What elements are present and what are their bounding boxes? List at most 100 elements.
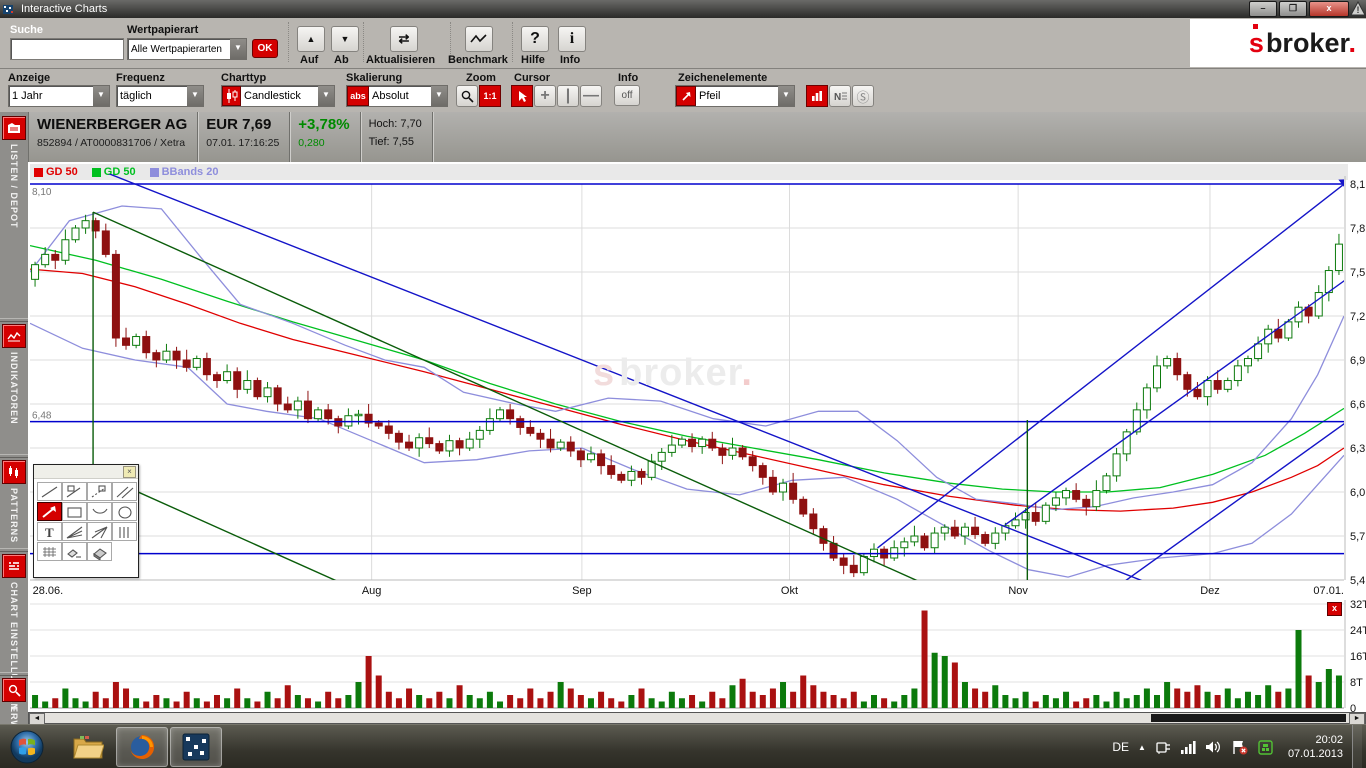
- zeichenelemente-select[interactable]: Pfeil▼: [675, 85, 795, 107]
- sidebar: LISTEN / DEPOT INDIKATOREN PATTERNS CHAR…: [0, 112, 28, 724]
- restore-button[interactable]: ❐: [1279, 1, 1307, 17]
- arrow-annotation-head: [1338, 179, 1350, 191]
- wertpapierart-label: Wertpapierart: [127, 24, 198, 36]
- text-tool[interactable]: T: [37, 522, 62, 541]
- cursor-arrow-button[interactable]: [511, 85, 533, 107]
- speaker-icon[interactable]: [1205, 740, 1222, 754]
- skalierung-select[interactable]: abs Absolut▼: [346, 85, 448, 107]
- settings-icon: [2, 554, 26, 578]
- chevron-down-icon[interactable]: ▼: [230, 39, 246, 59]
- arc-icon: [89, 504, 110, 520]
- cursor-crosshair-button[interactable]: +: [534, 85, 556, 107]
- broker-tray-icon[interactable]: [1258, 740, 1273, 755]
- benchmark-button[interactable]: [465, 26, 493, 52]
- volume-chart: 32T24T16T8T0: [28, 600, 1366, 712]
- volume-close-button[interactable]: x: [1327, 602, 1342, 616]
- info-off-button[interactable]: off: [614, 85, 640, 106]
- svg-text:Okt: Okt: [781, 585, 798, 597]
- clock[interactable]: 20:02 07.01.2013: [1288, 733, 1343, 761]
- sidebar-item-listen-depot[interactable]: LISTEN / DEPOT: [0, 114, 28, 229]
- action-center-flag-icon[interactable]: [1231, 740, 1249, 755]
- svg-text:7,2: 7,2: [1350, 311, 1365, 323]
- close-button[interactable]: x: [1309, 1, 1349, 17]
- magnifier-icon: [461, 90, 474, 103]
- taskbar-item-charts-app[interactable]: [170, 727, 222, 767]
- bars-icon: [811, 90, 823, 102]
- svg-text:07.01.: 07.01.: [1313, 585, 1344, 597]
- help-label: Hilfe: [521, 54, 545, 66]
- search-input[interactable]: [10, 38, 124, 60]
- day-high: Hoch: 7,70: [369, 118, 422, 130]
- svg-text:!: !: [1357, 5, 1360, 15]
- price-datetime: 07.01. 17:16:25: [206, 137, 279, 149]
- chevron-down-icon[interactable]: ▼: [318, 86, 334, 106]
- down-button[interactable]: ▼: [331, 26, 359, 52]
- anzeige-label: Anzeige: [8, 72, 50, 84]
- ok-button[interactable]: OK: [252, 39, 278, 58]
- svg-text:Aug: Aug: [362, 585, 382, 597]
- taskbar-item-firefox[interactable]: [116, 727, 168, 767]
- chevron-down-icon[interactable]: ▼: [187, 86, 203, 106]
- frequenz-select[interactable]: täglich▼: [116, 85, 204, 107]
- trend-line-target-tool[interactable]: [62, 482, 87, 501]
- fan-lines-tool[interactable]: [62, 522, 87, 541]
- sbroker-logo: sbroker.: [1249, 28, 1356, 59]
- sidebar-item-indikatoren[interactable]: INDIKATOREN: [0, 322, 28, 425]
- tray-date: 07.01.2013: [1288, 747, 1343, 761]
- taskbar-item-explorer[interactable]: [62, 727, 114, 767]
- horizontal-scrollbar[interactable]: ◄ ►: [28, 712, 1366, 724]
- chevron-down-icon[interactable]: ▼: [93, 86, 109, 106]
- cursor-vline-button[interactable]: |: [557, 85, 579, 107]
- chevron-down-icon[interactable]: ▼: [778, 86, 794, 106]
- arrow-icon: [39, 504, 60, 520]
- palette-titlebar[interactable]: ×: [34, 465, 138, 479]
- arrow-tool[interactable]: [37, 502, 62, 521]
- splits-button[interactable]: Ⓢ: [852, 85, 874, 107]
- eraser-tool[interactable]: [87, 542, 112, 561]
- language-indicator[interactable]: DE: [1112, 740, 1129, 754]
- scrollbar-thumb[interactable]: [1151, 714, 1346, 722]
- drawing-tools-palette[interactable]: × T: [33, 464, 139, 578]
- chevron-down-icon[interactable]: ▼: [431, 86, 447, 106]
- palette-close-icon[interactable]: ×: [123, 466, 136, 478]
- info-button[interactable]: i: [558, 26, 586, 52]
- quote-price-cell: EUR 7,69 07.01. 17:16:25: [198, 112, 290, 162]
- show-desktop-button[interactable]: [1352, 725, 1362, 768]
- rectangle-tool[interactable]: [62, 502, 87, 521]
- refresh-button[interactable]: ⇄: [390, 26, 418, 52]
- anzeige-select[interactable]: 1 Jahr▼: [8, 85, 110, 107]
- main-chart[interactable]: GD 50GD 50BBands 20 8,17,87,57,26,96,66,…: [28, 162, 1366, 600]
- news-button[interactable]: N: [829, 85, 851, 107]
- zoom-1to1-button[interactable]: 1:1: [479, 85, 501, 107]
- svg-text:Dez: Dez: [1200, 585, 1220, 597]
- arc-tool[interactable]: [87, 502, 112, 521]
- tray-expand-icon[interactable]: ▲: [1138, 743, 1146, 752]
- help-button[interactable]: ?: [521, 26, 549, 52]
- day-low: Tief: 7,55: [369, 136, 422, 148]
- cursor-hline-button[interactable]: —: [580, 85, 602, 107]
- eraser-small-tool[interactable]: [62, 542, 87, 561]
- speed-lines-tool[interactable]: [87, 522, 112, 541]
- cursor-label: Cursor: [514, 72, 550, 84]
- trend-line-dashed-tool[interactable]: [87, 482, 112, 501]
- window-titlebar: Interactive Charts – ❐ x !: [0, 0, 1366, 18]
- network-signal-icon[interactable]: [1180, 740, 1196, 754]
- volume-toggle-button[interactable]: [806, 85, 828, 107]
- sidebar-item-patterns[interactable]: PATTERNS: [0, 458, 28, 543]
- ellipse-tool[interactable]: [112, 502, 137, 521]
- wertpapierart-select[interactable]: Alle Wertpapierarten ▼: [127, 38, 247, 60]
- vertical-lines-tool[interactable]: [112, 522, 137, 541]
- candlestick-icon: [222, 86, 241, 106]
- desktop: Interactive Charts – ❐ x ! Suche Wertpap…: [0, 0, 1366, 768]
- charttyp-select[interactable]: Candlestick▼: [221, 85, 335, 107]
- up-button[interactable]: ▲: [297, 26, 325, 52]
- start-button[interactable]: [1, 727, 53, 767]
- grid-tool[interactable]: [37, 542, 62, 561]
- power-plug-icon[interactable]: [1155, 739, 1171, 755]
- trend-line-tool[interactable]: [37, 482, 62, 501]
- zoom-button[interactable]: [456, 85, 478, 107]
- eraser-icon: [89, 544, 110, 560]
- refresh-label: Aktualisieren: [366, 54, 435, 66]
- parallel-lines-tool[interactable]: [112, 482, 137, 501]
- minimize-button[interactable]: –: [1249, 1, 1277, 17]
